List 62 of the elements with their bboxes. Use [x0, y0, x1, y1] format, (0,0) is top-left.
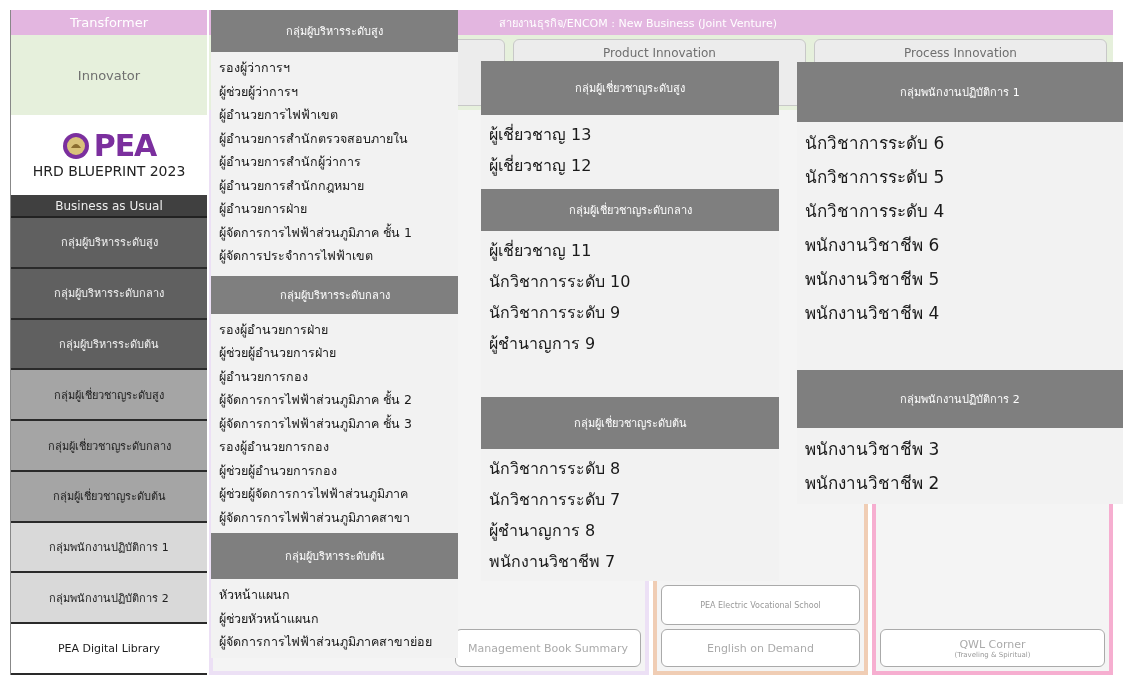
position-item: นักวิชาการระดับ 8 — [489, 458, 622, 480]
position-item: พนักงานวิชาชีพ 7 — [489, 551, 617, 573]
position-item: ผู้อำนวยการสำนักกฎหมาย — [219, 176, 365, 196]
position-item: นักวิชาการระดับ 7 — [489, 489, 622, 511]
logo-mark: PEA — [93, 131, 157, 161]
position-item: ผู้ช่วยหัวหน้าแผนก — [219, 609, 320, 629]
section-header: Business as Usual — [11, 195, 207, 218]
position-item: พนักงานวิชาชีพ 6 — [805, 234, 941, 257]
position-item: ผู้จัดการการไฟฟ้าส่วนภูมิภาคสาขา — [219, 508, 411, 528]
position-item: ผู้จัดการการไฟฟ้าส่วนภูมิภาค ชั้น 2 — [219, 389, 413, 410]
position-item: ผู้เชี่ยวชาญ 11 — [489, 239, 593, 263]
group-header: กลุ่มพนักงานปฏิบัติการ 1 — [797, 62, 1123, 122]
position-item: ผู้ช่วยผู้อำนวยการกอง — [219, 461, 338, 481]
sidebar-item[interactable]: กลุ่มผู้บริหารระดับสูง — [11, 218, 207, 269]
position-item: นักวิชาการระดับ 9 — [489, 302, 622, 324]
position-item: พนักงานวิชาชีพ 5 — [805, 268, 941, 291]
position-item: ผู้จัดการการไฟฟ้าส่วนภูมิภาค ชั้น 1 — [219, 222, 413, 243]
position-item: พนักงานวิชาชีพ 4 — [805, 302, 941, 325]
position-item: นักวิชาการระดับ 10 — [489, 271, 632, 293]
position-item: ผู้ชำนาญการ 8 — [489, 520, 597, 543]
group-header: กลุ่มพนักงานปฏิบัติการ 2 — [797, 370, 1123, 428]
position-item: รองผู้อำนวยการกอง — [219, 438, 330, 457]
position-item: ผู้ช่วยผู้จัดการการไฟฟ้าส่วนภูมิภาค — [219, 485, 409, 504]
position-item: หัวหน้าแผนก — [219, 586, 291, 604]
position-item: ผู้เชี่ยวชาญ 13 — [489, 123, 593, 147]
sidebar-item[interactable]: กลุ่มพนักงานปฏิบัติการ 2 — [11, 573, 207, 625]
group-header: กลุ่มผู้เชี่ยวชาญระดับกลาง — [481, 189, 779, 231]
position-item: ผู้อำนวยการกอง — [219, 367, 309, 387]
sidebar-item[interactable]: กลุ่มผู้บริหารระดับต้น — [11, 319, 207, 371]
sidebar-item[interactable]: กลุ่มผู้เชี่ยวชาญระดับกลาง — [11, 421, 207, 472]
group-header: กลุ่มผู้บริหารระดับกลาง — [211, 275, 458, 314]
position-item: ผู้จัดการการไฟฟ้าส่วนภูมิภาค ชั้น 3 — [219, 413, 413, 434]
position-item: ผู้อำนวยการฝ่าย — [219, 200, 308, 219]
position-item: พนักงานวิชาชีพ 3 — [805, 438, 941, 461]
position-item: นักวิชาการระดับ 5 — [805, 166, 946, 189]
position-item: ผู้จัดการประจำการไฟฟ้าเขต — [219, 247, 374, 266]
emblem-icon — [61, 132, 90, 160]
course-tile[interactable]: PEA Electric Vocational School — [661, 585, 860, 625]
position-item: ผู้อำนวยการไฟฟ้าเขต — [219, 106, 339, 125]
sidebar-item[interactable]: กลุ่มผู้เชี่ยวชาญระดับสูง — [11, 370, 207, 422]
position-item: พนักงานวิชาชีพ 2 — [805, 472, 941, 495]
logo-title: HRD BLUEPRINT 2023 — [32, 163, 186, 179]
position-item: ผู้ชำนาญการ 9 — [489, 333, 597, 356]
position-item: ผู้เชี่ยวชาญ 12 — [489, 154, 593, 178]
position-item: นักวิชาการระดับ 4 — [805, 200, 946, 223]
position-item: ผู้ช่วยผู้ว่าการฯ — [219, 82, 299, 102]
group-header: กลุ่มผู้บริหารระดับสูง — [211, 10, 458, 52]
group-header: กลุ่มผู้เชี่ยวชาญระดับสูง — [481, 61, 779, 115]
position-item: ผู้อำนวยการสำนักตรวจสอบภายใน — [219, 129, 409, 149]
sidebar-item[interactable]: กลุ่มผู้บริหารระดับกลาง — [11, 268, 207, 320]
sidebar-item[interactable]: กลุ่มพนักงานปฏิบัติการ 1 — [11, 522, 207, 574]
sidebar-header: Transformer — [11, 10, 207, 35]
group-header: กลุ่มผู้เชี่ยวชาญระดับต้น — [481, 397, 779, 449]
position-item: รองผู้อำนวยการฝ่าย — [219, 320, 329, 340]
position-item: รองผู้ว่าการฯ — [219, 59, 291, 78]
position-item: ผู้อำนวยการสำนักผู้ว่าการ — [219, 153, 362, 172]
position-item: นักวิชาการระดับ 6 — [805, 132, 946, 155]
position-item: ผู้จัดการการไฟฟ้าส่วนภูมิภาคสาขาย่อย — [219, 633, 433, 652]
sidebar-item[interactable]: กลุ่มผู้เชี่ยวชาญระดับต้น — [11, 471, 207, 523]
position-item: ผู้ช่วยผู้อำนวยการฝ่าย — [219, 344, 337, 363]
group-header: กลุ่มผู้บริหารระดับต้น — [211, 533, 458, 579]
sidebar-tile[interactable]: Innovator — [11, 35, 207, 115]
